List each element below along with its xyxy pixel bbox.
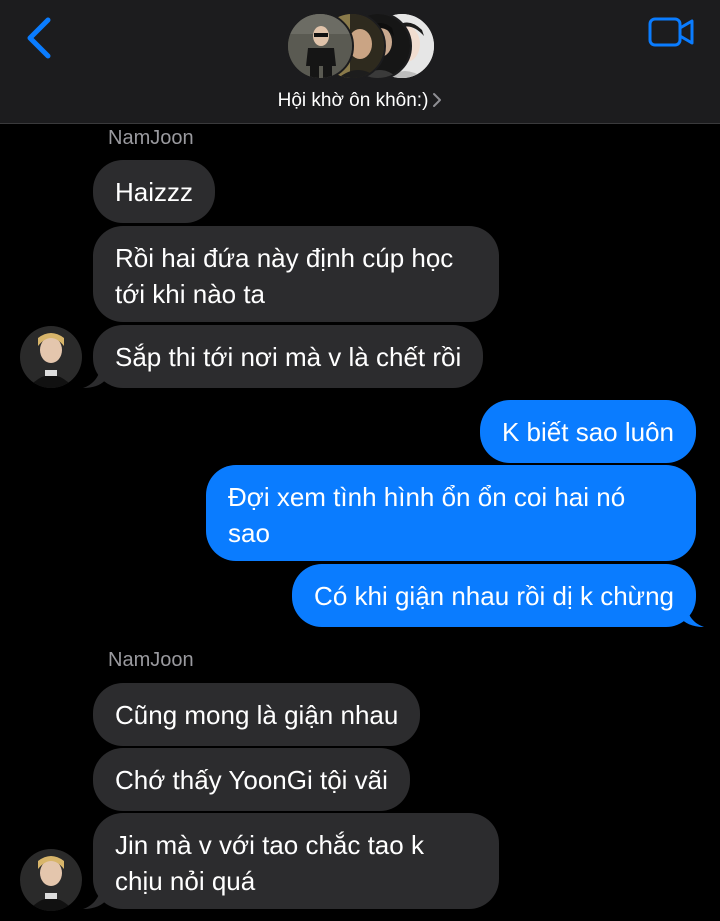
video-camera-icon: [648, 17, 694, 47]
bubble-tail: [83, 883, 107, 909]
sender-name: NamJoon: [108, 127, 194, 149]
outgoing-message-bubble[interactable]: Có khi giận nhau rồi dị k chừng: [292, 564, 696, 627]
back-button[interactable]: [18, 12, 62, 62]
sender-avatar[interactable]: [20, 326, 82, 388]
group-name: Hội khờ ôn khôn:): [277, 90, 429, 111]
message-text: K biết sao luôn: [501, 417, 674, 447]
message-text: Cũng mong là giận nhau: [115, 700, 399, 730]
sender-avatar[interactable]: [20, 849, 82, 911]
incoming-message-bubble[interactable]: Rồi hai đứa này định cúp học tới khi nào…: [93, 226, 499, 322]
message-text: Sắp thi tới nơi mà v là chết rồi: [115, 342, 462, 372]
message-text: Haizzz: [115, 177, 194, 207]
outgoing-message-bubble[interactable]: Đợi xem tình hình ổn ổn coi hai nó sao: [206, 465, 696, 561]
message-text: Jin mà v với tao chắc tao k chịu nỏi quá: [115, 830, 424, 896]
chevron-left-icon: [27, 17, 51, 59]
conversation-header: Hội khờ ôn khôn:): [0, 0, 720, 124]
group-member-avatar: [286, 12, 354, 80]
chevron-right-icon: [433, 93, 442, 107]
group-avatar-stack[interactable]: [286, 12, 436, 82]
outgoing-message-bubble[interactable]: K biết sao luôn: [479, 400, 696, 463]
incoming-message-bubble[interactable]: Haizzz: [93, 160, 216, 223]
incoming-message-bubble[interactable]: Cũng mong là giận nhau: [93, 683, 421, 746]
bubble-tail: [83, 362, 107, 388]
group-name-link[interactable]: Hội khờ ôn khôn:): [0, 90, 720, 112]
incoming-message-bubble[interactable]: Chớ thấy YoonGi tội vãi: [93, 748, 410, 811]
video-call-button[interactable]: [646, 12, 696, 52]
message-text: Có khi giận nhau rồi dị k chừng: [314, 581, 674, 611]
sender-name: NamJoon: [108, 649, 194, 671]
incoming-message-bubble[interactable]: Sắp thi tới nơi mà v là chết rồi: [93, 325, 484, 388]
message-text: Rồi hai đứa này định cúp học tới khi nào…: [115, 243, 454, 309]
message-text: Đợi xem tình hình ổn ổn coi hai nó sao: [228, 482, 626, 548]
message-text: Chớ thấy YoonGi tội vãi: [115, 765, 388, 795]
bubble-tail: [680, 601, 704, 627]
incoming-message-bubble[interactable]: Jin mà v với tao chắc tao k chịu nỏi quá: [93, 813, 499, 909]
